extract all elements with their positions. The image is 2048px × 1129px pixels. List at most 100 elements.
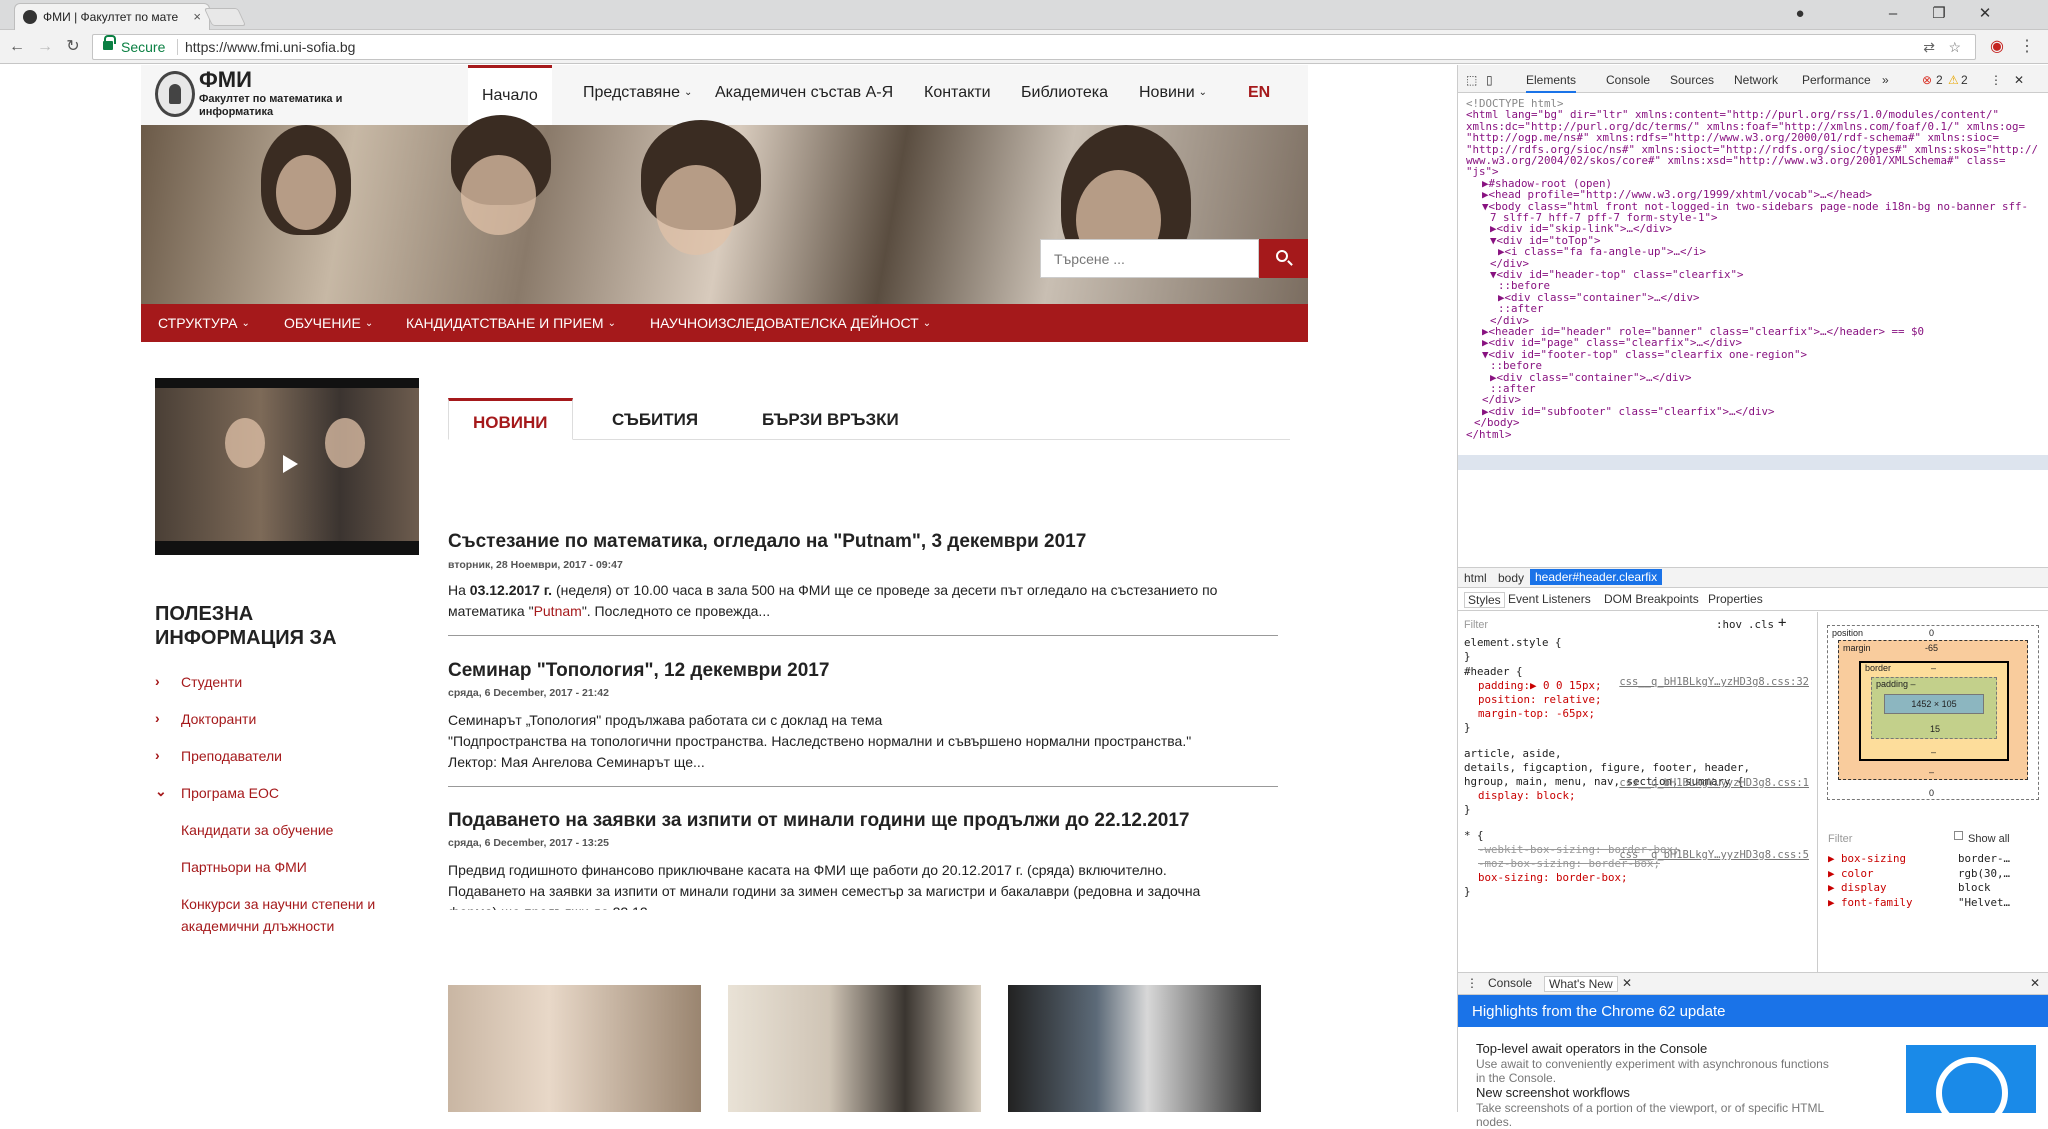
hov-toggle[interactable]: :hov	[1716, 618, 1742, 632]
show-all-checkbox[interactable]	[1954, 831, 1963, 840]
style-line[interactable]: padding:▶ 0 0 15px;	[1478, 679, 1602, 693]
tab-events[interactable]: СЪБИТИЯ	[588, 398, 722, 440]
info-link-eos[interactable]: Програма ЕОС	[181, 782, 279, 804]
style-line[interactable]: }	[1464, 721, 1471, 735]
nav-staff[interactable]: Академичен състав А-Я	[715, 84, 893, 102]
dom-node-line[interactable]: ▶<i class="fa fa-angle-up">…</i>	[1498, 245, 1706, 260]
nav-contacts[interactable]: Контакти	[924, 84, 991, 102]
style-line[interactable]: #header {	[1464, 665, 1523, 679]
style-line[interactable]: article, aside,	[1464, 747, 1562, 761]
drawer-tab-console[interactable]: Console	[1488, 976, 1532, 990]
style-line[interactable]: display: block;	[1478, 789, 1576, 803]
style-line[interactable]: element.style {	[1464, 636, 1562, 650]
url-text[interactable]: https://www.fmi.uni-sofia.bg	[185, 35, 355, 59]
style-line[interactable]: margin-top: -65px;	[1478, 707, 1595, 721]
dom-tree[interactable]: <!DOCTYPE html> <html lang="bg" dir="ltr"…	[1458, 95, 2048, 595]
new-tab-button[interactable]	[203, 8, 247, 26]
play-icon[interactable]	[271, 448, 305, 478]
close-window-button[interactable]: ✕	[1962, 0, 2008, 28]
whats-new-item-title[interactable]: New screenshot workflows	[1476, 1085, 1630, 1100]
subtab-dom-breakpoints[interactable]: DOM Breakpoints	[1604, 592, 1699, 606]
tab-news[interactable]: НОВИНИ	[448, 398, 573, 440]
info-sublink-partners[interactable]: Партньори на ФМИ	[181, 856, 307, 878]
tab-overflow[interactable]: »	[1882, 73, 1889, 87]
subnav-research[interactable]: НАУЧНОИЗСЛЕДОВАТЕЛСКА ДЕЙНОСТ ⌄	[650, 315, 931, 331]
error-icon[interactable]: ⊗	[1922, 73, 1932, 87]
devtools-close-icon[interactable]: ✕	[2014, 73, 2024, 87]
nav-presentation[interactable]: Представяне ⌄	[583, 84, 692, 102]
news-title[interactable]: Състезание по математика, огледало на "P…	[448, 531, 1086, 553]
translate-icon[interactable]: ⇄	[1923, 35, 1935, 59]
reload-icon[interactable]: ↻	[62, 36, 84, 58]
profile-icon[interactable]: ●	[1777, 0, 1823, 28]
info-link-phd[interactable]: Докторанти	[181, 708, 256, 730]
drawer-tab-close-icon[interactable]: ✕	[1622, 976, 1632, 990]
gallery-photo[interactable]	[448, 985, 701, 1112]
dom-node-line[interactable]: ▶<div id="subfooter" class="clearfix">…<…	[1482, 405, 1775, 420]
forward-icon[interactable]: →	[34, 36, 56, 58]
style-line[interactable]: * {	[1464, 829, 1484, 843]
menu-icon[interactable]: ⋮	[2016, 36, 2038, 58]
browser-tab[interactable]: ФМИ | Факултет по мате ×	[14, 3, 210, 30]
computed-row[interactable]: ▶ color rgb(30,…	[1828, 867, 2048, 882]
styles-filter-input[interactable]: Filter	[1464, 618, 1488, 632]
language-switch[interactable]: EN	[1248, 84, 1270, 102]
style-line[interactable]: }	[1464, 885, 1471, 899]
nav-library[interactable]: Библиотека	[1021, 84, 1108, 102]
drawer-close-icon[interactable]: ✕	[2030, 976, 2040, 990]
dom-node-line[interactable]: </html>	[1466, 428, 1512, 443]
dom-node-line[interactable]: www.w3.org/2004/02/skos/core#" xmlns:xsd…	[1466, 154, 2006, 169]
tab-sources[interactable]: Sources	[1670, 73, 1714, 87]
university-seal-logo[interactable]	[155, 71, 195, 117]
search-input[interactable]: Търсене ...	[1040, 239, 1259, 278]
add-rule-icon[interactable]: +	[1778, 616, 1786, 631]
style-line[interactable]: }	[1464, 650, 1471, 664]
extension-icon[interactable]: ◉	[1986, 36, 2008, 58]
computed-row[interactable]: ▶ display block	[1828, 881, 2048, 896]
back-icon[interactable]: ←	[6, 36, 28, 58]
address-bar[interactable]: Secure https://www.fmi.uni-sofia.bg ⇄ ☆	[92, 34, 1976, 60]
putnam-link[interactable]: Putnam	[534, 603, 582, 619]
whats-new-item-title[interactable]: Top-level await operators in the Console	[1476, 1041, 1707, 1056]
bookmark-star-icon[interactable]: ☆	[1948, 35, 1961, 59]
info-link-teachers[interactable]: Преподаватели	[181, 745, 282, 767]
crumb-header[interactable]: header#header.clearfix	[1530, 569, 1663, 585]
news-title[interactable]: Подаването на заявки за изпити от минали…	[448, 810, 1190, 832]
subtab-properties[interactable]: Properties	[1708, 592, 1763, 606]
news-title[interactable]: Семинар "Топология", 12 декември 2017	[448, 660, 829, 682]
gallery-photo[interactable]	[1008, 985, 1261, 1112]
logo-title[interactable]: ФМИ	[199, 67, 252, 93]
info-link-students[interactable]: Студенти	[181, 671, 242, 693]
subtab-event-listeners[interactable]: Event Listeners	[1508, 592, 1591, 606]
subnav-structure[interactable]: СТРУКТУРА ⌄	[158, 315, 250, 331]
computed-filter-input[interactable]: Filter	[1828, 832, 1852, 847]
nav-news[interactable]: Новини ⌄	[1139, 84, 1207, 102]
computed-row[interactable]: ▶ box-sizing border-…	[1828, 852, 2048, 867]
info-sublink-candidates[interactable]: Кандидати за обучение	[181, 819, 333, 841]
style-line[interactable]: }	[1464, 803, 1471, 817]
subnav-admission[interactable]: КАНДИДАТСТВАНЕ И ПРИЕМ ⌄	[406, 315, 616, 331]
style-source-link[interactable]: css__q_bH1BLkgY…yyzHD3g8.css:5	[1619, 848, 1809, 862]
tab-quick-links[interactable]: БЪРЗИ ВРЪЗКИ	[738, 398, 923, 440]
cls-toggle[interactable]: .cls	[1748, 618, 1774, 632]
computed-row[interactable]: ▶ font-family "Helvet…	[1828, 896, 2048, 911]
crumb-body[interactable]: body	[1498, 571, 1524, 585]
subtab-styles[interactable]: Styles	[1464, 592, 1505, 608]
tab-console[interactable]: Console	[1606, 73, 1650, 87]
subnav-education[interactable]: ОБУЧЕНИЕ ⌄	[284, 315, 373, 331]
style-source-link[interactable]: css__q_bH1BLkgY…yyzHD3g8.css:1	[1619, 776, 1809, 790]
style-source-link[interactable]: css__q_bH1BLkgY…yzHD3g8.css:32	[1619, 675, 1809, 689]
tab-performance[interactable]: Performance	[1802, 73, 1871, 87]
restore-button[interactable]: ❐	[1916, 0, 1962, 28]
crumb-html[interactable]: html	[1464, 571, 1487, 585]
minimize-button[interactable]: –	[1870, 0, 1916, 28]
search-button[interactable]	[1259, 239, 1308, 278]
tab-elements[interactable]: Elements	[1526, 73, 1577, 93]
style-line[interactable]: box-sizing: border-box;	[1478, 871, 1628, 885]
style-line[interactable]: position: relative;	[1478, 693, 1602, 707]
style-line[interactable]: details, figcaption, figure, footer, hea…	[1464, 761, 1750, 775]
video-player[interactable]	[155, 378, 419, 555]
devtools-menu-icon[interactable]: ⋮	[1990, 73, 2002, 87]
warning-icon[interactable]: ⚠	[1948, 73, 1959, 87]
tab-close-icon[interactable]: ×	[193, 4, 201, 30]
